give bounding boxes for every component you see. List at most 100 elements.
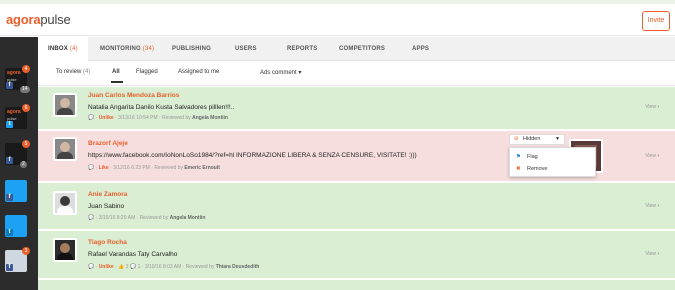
subtab-to-review-label: To review	[56, 69, 82, 75]
active-subtab-indicator	[111, 81, 123, 83]
item-meta: 💬 · Unlike · 👍 3 💬 1 · 3/10/16 8:03 AM ·…	[88, 264, 259, 270]
reviewer-name: Emeric Ernoult	[184, 165, 220, 171]
view-label: View	[645, 104, 656, 110]
dot: ·	[136, 215, 139, 221]
like-toggle[interactable]: Unlike	[99, 264, 114, 270]
dot: ·	[182, 264, 185, 270]
list-item[interactable]: Tiago Rocha Rafael Varandas Taty Carvalh…	[38, 231, 675, 278]
brand-part-1: agora	[6, 12, 41, 27]
tab-inbox[interactable]: INBOX (4)	[38, 37, 88, 61]
like-count: 3	[125, 264, 129, 270]
tab-monitoring-count: (34)	[142, 46, 155, 52]
chevron-right-icon: ›	[657, 251, 659, 257]
reviewer-name: Angela Montiin	[192, 115, 228, 121]
message-text: Rafael Varandas Taty Carvalho	[88, 251, 178, 258]
facebook-icon: f	[6, 157, 13, 164]
thumbs-up-icon: 👍	[118, 264, 125, 270]
profile-2-text: agora	[7, 109, 21, 115]
twitter-icon: t	[6, 229, 13, 236]
item-meta: 💬 · 3/10/16 8:20 AM · Reviewed by Angela…	[88, 215, 205, 221]
facebook-icon: f	[6, 82, 13, 89]
author-name[interactable]: Juan Carlos Mendoza Barrios	[88, 92, 179, 99]
subtab-flagged[interactable]: Flagged	[136, 69, 158, 75]
view-link[interactable]: View ›	[645, 153, 659, 159]
reviewer-name: Angela Montiin	[169, 215, 206, 221]
invite-button[interactable]: Invite	[642, 11, 670, 31]
brand-part-2: pulse	[40, 12, 71, 27]
profile-4[interactable]: f	[5, 180, 27, 202]
visibility-label: Hidden	[523, 136, 541, 142]
caret-down-icon: ▼	[555, 136, 560, 142]
dot: ·	[151, 165, 153, 171]
facebook-icon: f	[6, 264, 13, 271]
like-toggle[interactable]: Like	[99, 165, 109, 171]
menu-item-flag[interactable]: ⚑ Flag	[510, 151, 597, 163]
visibility-menu: ⚑ Flag ✖ Remove	[509, 147, 596, 177]
view-link[interactable]: View ›	[645, 251, 659, 257]
tab-publishing[interactable]: PUBLISHING	[172, 37, 211, 61]
view-label: View	[645, 153, 656, 159]
tab-users[interactable]: USERS	[235, 37, 257, 61]
profile-3-count: 2	[20, 161, 27, 168]
list-item[interactable]: Anie Zamora Juan Sabino 💬 · 3/10/16 8:20…	[38, 183, 675, 229]
view-label: View	[645, 203, 656, 209]
profile-1-count: 14	[20, 86, 30, 93]
author-name[interactable]: Anie Zamora	[88, 191, 127, 198]
tab-reports[interactable]: REPORTS	[287, 37, 317, 61]
dot: ·	[110, 165, 112, 171]
tab-inbox-count: (4)	[69, 46, 78, 52]
tab-competitors[interactable]: COMPETITORS	[339, 37, 385, 61]
dot: ·	[95, 115, 98, 121]
tab-monitoring[interactable]: MONITORING (34)	[100, 37, 154, 61]
ads-comment-label: Ads comment	[260, 70, 297, 76]
subtab-to-review[interactable]: To review (4)	[56, 69, 90, 75]
avatar	[53, 93, 77, 117]
reviewed-by-label: Reviewed by	[154, 165, 183, 171]
flag-icon: ⚑	[516, 154, 521, 160]
list-item[interactable]: Juan Carlos Mendoza Barrios Natalia Anga…	[38, 87, 675, 129]
view-label: View	[645, 251, 656, 257]
profile-6-badge: 3	[22, 247, 30, 255]
dot: ·	[95, 264, 98, 270]
avatar	[53, 191, 77, 215]
subtab-all[interactable]: All	[112, 69, 120, 75]
author-name[interactable]: Tiago Rocha	[88, 239, 127, 246]
avatar	[53, 238, 77, 262]
author-name[interactable]: Brazorf Ajeje	[88, 140, 128, 147]
comment-icon: 💬	[88, 115, 95, 121]
profile-2-badge: 6	[22, 104, 30, 112]
reviewed-by-label: Reviewed by	[185, 264, 215, 270]
tab-apps[interactable]: APPS	[412, 37, 429, 61]
menu-item-remove-label: Remove	[527, 166, 548, 172]
comment-count: 1	[137, 264, 141, 270]
ads-comment-dropdown[interactable]: Ads comment ▾	[260, 69, 301, 76]
subtab-assigned[interactable]: Assigned to me	[178, 69, 219, 75]
profile-5[interactable]: t	[5, 215, 27, 237]
dot: ·	[159, 115, 161, 121]
reviewed-by-label: Reviewed by	[162, 115, 191, 121]
dot: ·	[95, 215, 98, 221]
hidden-icon: ⊘	[514, 136, 519, 142]
main-nav: INBOX (4) MONITORING (34) PUBLISHING USE…	[38, 37, 675, 61]
reviewed-by-label: Reviewed by	[139, 215, 169, 221]
like-toggle[interactable]: Unlike	[99, 115, 114, 121]
visibility-dropdown[interactable]: ⊘ Hidden ▼	[509, 134, 565, 145]
brand-logo[interactable]: agorapulse	[6, 13, 71, 27]
profile-1-badge: 4	[22, 65, 30, 73]
chevron-right-icon: ›	[657, 153, 659, 159]
inbox-subtabs: To review (4) All Flagged Assigned to me…	[38, 62, 675, 86]
view-link[interactable]: View ›	[645, 203, 659, 209]
profile-1-text: agora	[7, 70, 21, 76]
tab-monitoring-label: MONITORING	[100, 46, 141, 52]
comment-icon: 💬	[88, 264, 95, 270]
chevron-right-icon: ›	[657, 104, 659, 110]
list-item[interactable]	[38, 280, 675, 290]
message-text: Juan Sabino	[88, 203, 125, 210]
item-date: 3/13/16 10:54 PM	[118, 115, 158, 121]
view-link[interactable]: View ›	[645, 104, 659, 110]
menu-item-remove[interactable]: ✖ Remove	[510, 163, 597, 175]
twitter-icon: t	[6, 121, 13, 128]
menu-item-flag-label: Flag	[527, 154, 538, 160]
dot: ·	[141, 264, 144, 270]
subtab-to-review-count: (4)	[83, 69, 91, 75]
